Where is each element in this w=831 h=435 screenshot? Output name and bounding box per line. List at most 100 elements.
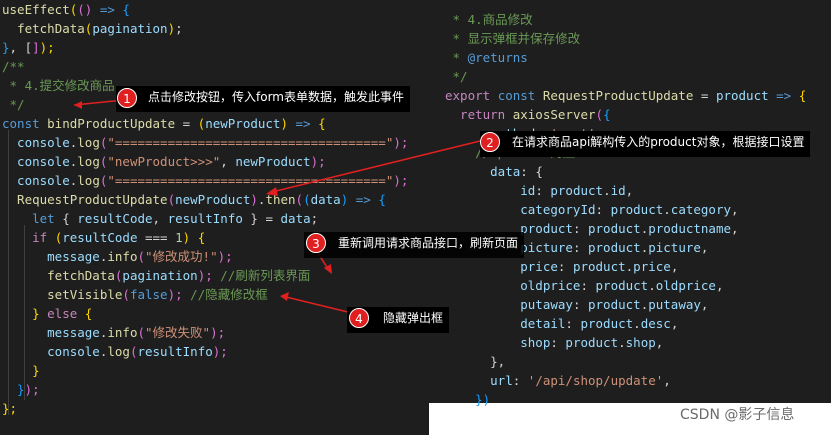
code-token: );	[210, 325, 226, 340]
csdn-watermark: CSDN @影子信息	[680, 407, 795, 423]
code-token: putaway	[445, 297, 573, 312]
annotation-text-1: 点击修改按钮，传入form表单数据，触发此事件	[148, 90, 404, 104]
annotation-text-3: 重新调用请求商品接口，刷新页面	[338, 236, 519, 250]
code-token: product	[580, 316, 634, 331]
code-token: oldprice	[655, 278, 716, 293]
code-token: newProduct	[205, 116, 281, 131]
code-line: } else {	[2, 304, 92, 323]
code-token: (	[595, 107, 604, 122]
code-token: else	[47, 306, 85, 321]
code-line: let { resultCode, resultInfo } = data;	[2, 209, 318, 228]
code-token: category	[670, 202, 732, 217]
annotation-callout-2: 在请求商品api解构传入的product对象，根据接口设置	[480, 131, 811, 157]
code-token: id	[445, 183, 536, 198]
code-line: * 4.提交修改商品	[2, 76, 115, 95]
code-token: ,	[670, 259, 679, 274]
code-token: product	[550, 183, 604, 198]
code-token: "修改成功!"	[145, 249, 218, 264]
code-token: */	[445, 69, 468, 84]
code-token: ===	[137, 230, 176, 245]
code-token: data	[280, 211, 311, 226]
code-token: .	[603, 183, 611, 198]
code-token: desc	[640, 316, 671, 331]
annotation-callout-1: 点击修改按钮，传入form表单数据，触发此事件	[116, 86, 410, 112]
code-token: const	[497, 88, 543, 103]
code-line: console.log("===========================…	[2, 133, 408, 152]
code-token: (	[122, 287, 130, 302]
code-token: :	[550, 335, 566, 350]
code-line: */	[445, 67, 468, 86]
code-token: bindProductUpdate	[47, 116, 176, 131]
code-token: RequestProductUpdate	[2, 192, 168, 207]
code-token: message	[2, 249, 100, 264]
code-line: id: product.id,	[445, 181, 633, 200]
code-token: then	[265, 192, 296, 207]
code-token: export	[445, 88, 498, 103]
code-token: ,	[731, 202, 739, 217]
code-line: setVisible(false); //隐藏修改框	[2, 285, 268, 304]
code-token: pagination	[92, 21, 168, 36]
code-line: console.log("newProduct>>>", newProduct)…	[2, 152, 326, 171]
left-code-editor[interactable]: useEffect ( () => { fetchData ( pagination);…	[0, 0, 429, 435]
code-token: =>	[288, 116, 319, 131]
indent-guide	[24, 247, 25, 270]
code-token: (	[137, 249, 146, 264]
code-token: resultInfo	[167, 211, 243, 226]
code-token: {	[798, 88, 807, 103]
code-token: *	[445, 50, 468, 65]
code-line: message.info("修改失败");	[2, 323, 225, 342]
code-token: ,	[152, 211, 168, 226]
code-token: :	[557, 259, 573, 274]
code-token: 1	[175, 230, 183, 245]
code-token: log	[77, 135, 100, 150]
code-token: )	[280, 116, 288, 131]
code-token: * 显示弹框并保存修改	[445, 31, 581, 46]
code-token: info	[107, 249, 138, 264]
code-token: '/api/shop/update'	[527, 373, 664, 388]
code-token: * 4.提交修改商品	[2, 78, 115, 93]
code-line: * 显示弹框并保存修改	[445, 29, 581, 48]
code-line: categoryId: product.category,	[445, 200, 739, 219]
code-token: console	[2, 344, 100, 359]
code-token: :	[580, 278, 596, 293]
code-line: }, []);	[2, 38, 55, 57]
code-token: =>	[768, 88, 799, 103]
code-token: RequestProductUpdate	[542, 88, 694, 103]
right-code-editor[interactable]: * 4.商品修改 * 显示弹框并保存修改 * @returns */ export…	[429, 0, 831, 407]
code-token: {	[62, 211, 78, 226]
code-token: product	[565, 335, 619, 350]
code-token: log	[77, 173, 100, 188]
code-token: );	[217, 249, 233, 264]
code-token: =>	[99, 2, 115, 17]
code-token: ]	[32, 40, 40, 55]
code-line: * 4.商品修改	[445, 10, 533, 29]
code-token: */	[2, 97, 25, 112]
code-token: resultCode	[77, 211, 153, 226]
code-token: :	[535, 183, 551, 198]
code-line: oldprice: product.oldprice,	[445, 276, 723, 295]
code-token: data	[310, 192, 341, 207]
annotation-badge-1: 1	[117, 88, 137, 108]
code-line: RequestProductUpdate(newProduct).then((d…	[2, 190, 386, 209]
code-line: console.log("===========================…	[2, 171, 408, 190]
code-line: shop: product.shop,	[445, 333, 663, 352]
code-token: useEffect	[2, 2, 70, 17]
code-token: oldprice	[445, 278, 581, 293]
code-token: product	[572, 259, 626, 274]
code-token: //隐藏修改框	[182, 287, 268, 302]
code-line: price: product.price,	[445, 257, 678, 276]
code-token: :	[572, 297, 588, 312]
code-token: :	[565, 316, 581, 331]
code-token: picture	[648, 240, 701, 255]
code-token: {	[318, 116, 326, 131]
code-token: price	[633, 259, 671, 274]
code-token: (	[303, 192, 311, 207]
code-token: fetchData	[2, 268, 115, 283]
code-token: price	[445, 259, 558, 274]
code-token: : {	[520, 164, 543, 179]
code-token: ,	[220, 154, 236, 169]
code-token: resultInfo	[137, 344, 213, 359]
code-token: );	[197, 268, 213, 283]
code-token: ,	[731, 221, 739, 236]
code-token: pagination	[122, 268, 198, 283]
